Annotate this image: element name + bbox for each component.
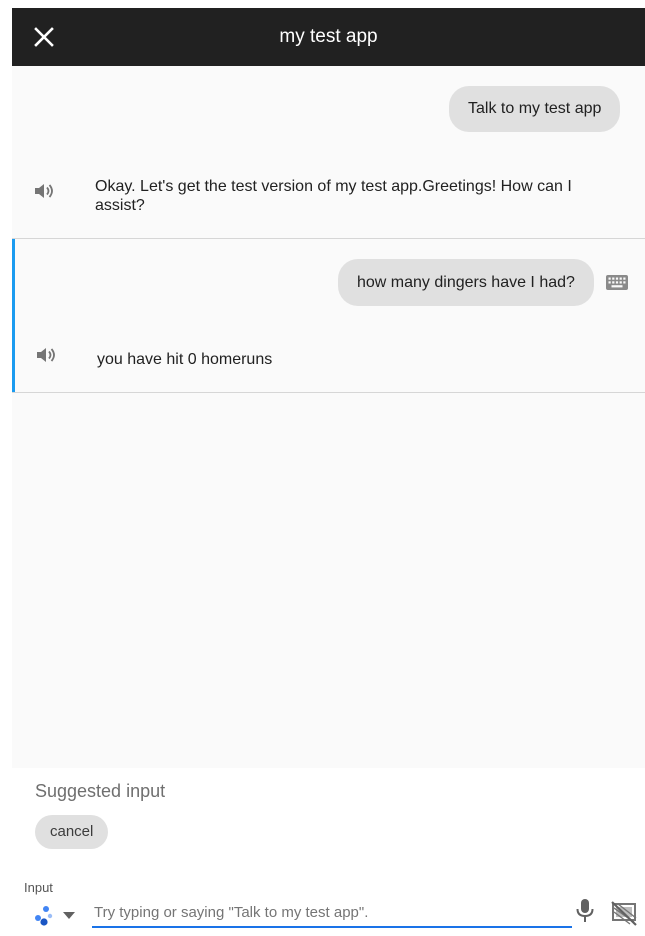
conversation-area: Talk to my test app Okay. Let's get the … (12, 66, 645, 768)
app-bar: my test app (12, 8, 645, 66)
query-input[interactable] (92, 898, 572, 928)
speaker-icon[interactable] (32, 179, 56, 203)
assistant-dots-icon (35, 906, 53, 926)
input-mode-dropdown[interactable] (32, 903, 78, 927)
keyboard-icon (606, 275, 628, 290)
agent-response: Okay. Let's get the test version of my t… (95, 178, 572, 214)
display-off-icon[interactable] (610, 900, 638, 926)
selected-turn-indicator (12, 239, 15, 393)
mic-icon[interactable] (574, 898, 596, 924)
speaker-icon[interactable] (34, 343, 58, 367)
suggestion-chip-cancel[interactable]: cancel (35, 815, 109, 849)
turn-divider (12, 238, 645, 239)
user-message-bubble[interactable]: how many dingers have I had? (338, 259, 594, 306)
simulator-panel: my test app Talk to my test app Okay. Le… (0, 0, 645, 936)
turn-divider (12, 392, 645, 393)
app-title: my test app (279, 26, 378, 47)
chevron-down-icon (63, 912, 75, 919)
agent-response: you have hit 0 homeruns (97, 351, 273, 368)
input-label: Input (24, 880, 53, 895)
suggested-input-label: Suggested input (35, 781, 166, 801)
user-message-bubble[interactable]: Talk to my test app (449, 86, 621, 132)
